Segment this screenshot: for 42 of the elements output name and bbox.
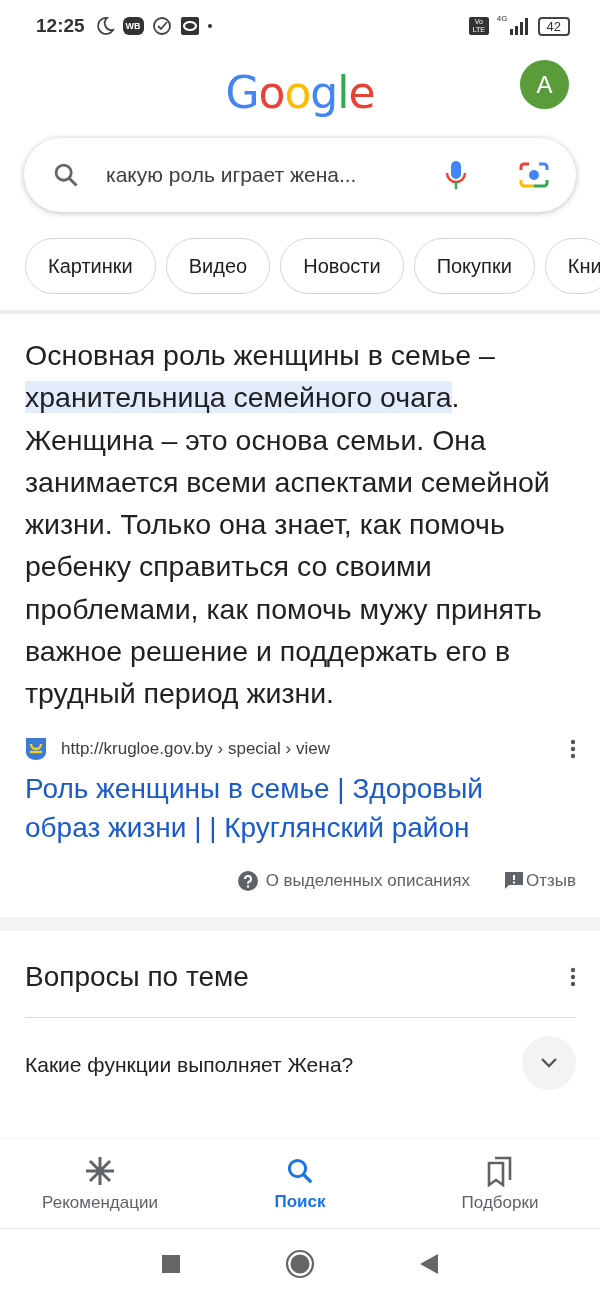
search-icon: [285, 1156, 315, 1186]
emblem-icon: [25, 736, 47, 761]
check-icon: [151, 16, 172, 36]
result-link[interactable]: Роль женщины в семье | Здоровый образ жизни | | Круглянский район: [25, 768, 535, 847]
app-icon: [179, 16, 200, 36]
back-icon[interactable]: [419, 1253, 439, 1275]
asterisk-icon: [84, 1155, 116, 1187]
nav-tab[interactable]: Поиск: [200, 1140, 400, 1228]
home-icon[interactable]: [285, 1249, 315, 1279]
google-logo[interactable]: Google: [225, 66, 375, 118]
microphone-icon[interactable]: [444, 159, 468, 191]
help-icon[interactable]: [237, 870, 258, 891]
signal-icon: [507, 17, 530, 35]
more-icon[interactable]: [570, 966, 576, 987]
nav-tab[interactable]: Подборки: [400, 1140, 600, 1228]
camera-icon[interactable]: [518, 160, 550, 190]
filter-chip[interactable]: Новости: [280, 238, 404, 294]
source-url[interactable]: http://krugloe.gov.by › special › view: [61, 738, 556, 759]
filter-chip[interactable]: Видео: [165, 238, 271, 294]
app-badge: WB: [122, 17, 144, 35]
question-text[interactable]: Какие функции выполняет Жена?: [25, 1052, 354, 1077]
about-link[interactable]: О выделенных описаниях: [265, 870, 470, 891]
chevron-icon: [539, 1056, 559, 1069]
more-icon[interactable]: [570, 738, 576, 759]
bookmarks-icon: [486, 1155, 514, 1187]
filter-chip[interactable]: Картинки: [25, 238, 156, 294]
moon-icon: [94, 16, 115, 36]
answer-text: Основная роль женщины в семье – хранительница семейного очага. Женщина – это основа семьи. Она занимается всеми аспектами семейной жизни. Только она знает, как помочь ребенку справиться со своими проблемами, как помочь мужу принять важное решение и поддержать его в трудный период жизни.: [25, 338, 551, 712]
feedback-link[interactable]: Отзыв: [525, 870, 576, 891]
recents-icon[interactable]: [161, 1254, 181, 1274]
nav-tab[interactable]: Рекомендации: [0, 1140, 200, 1228]
search-query: какую роль играет жена...: [106, 163, 358, 187]
network-label: 4G: [496, 14, 508, 23]
battery-level: 42: [537, 16, 570, 36]
filter-chip[interactable]: Покупки: [413, 238, 535, 294]
filter-chip[interactable]: Кни: [544, 238, 600, 294]
section-title: Вопросы по теме: [25, 960, 249, 993]
status-time: 12:25: [36, 15, 85, 37]
dot-icon: [207, 24, 212, 28]
search-field[interactable]: какую роль играет жена...: [24, 138, 576, 212]
search-icon: [52, 161, 80, 189]
feedback-icon[interactable]: [503, 870, 524, 891]
